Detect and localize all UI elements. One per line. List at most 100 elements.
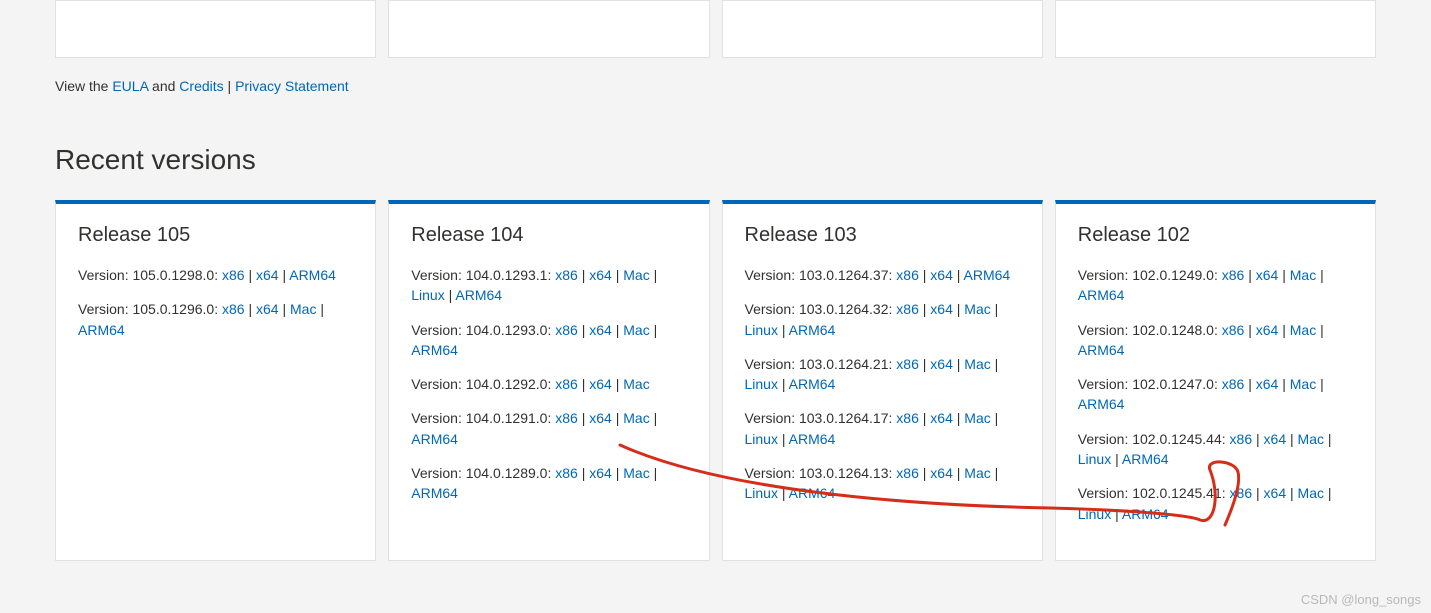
download-link-x86[interactable]: x86 <box>1230 485 1253 501</box>
version-line: Version: 104.0.1292.0: x86 | x64 | Mac <box>411 374 686 394</box>
download-link-mac[interactable]: Mac <box>623 465 649 481</box>
download-link-arm64[interactable]: ARM64 <box>789 431 836 447</box>
download-link-x64[interactable]: x64 <box>1256 322 1279 338</box>
download-link-x86[interactable]: x86 <box>555 465 578 481</box>
download-link-mac[interactable]: Mac <box>623 376 649 392</box>
download-link-mac[interactable]: Mac <box>1298 431 1324 447</box>
download-link-x86[interactable]: x86 <box>896 356 919 372</box>
version-label: Version: 102.0.1249.0: <box>1078 267 1222 283</box>
download-link-x86[interactable]: x86 <box>555 376 578 392</box>
download-link-x86[interactable]: x86 <box>896 465 919 481</box>
download-link-linux[interactable]: Linux <box>411 287 444 303</box>
download-link-x86[interactable]: x86 <box>896 267 919 283</box>
download-link-x86[interactable]: x86 <box>555 267 578 283</box>
download-link-linux[interactable]: Linux <box>745 485 778 501</box>
download-link-mac[interactable]: Mac <box>623 410 649 426</box>
download-link-x86[interactable]: x86 <box>1230 431 1253 447</box>
download-link-linux[interactable]: Linux <box>1078 451 1111 467</box>
download-link-linux[interactable]: Linux <box>745 431 778 447</box>
download-link-arm64[interactable]: ARM64 <box>1078 396 1125 412</box>
download-link-arm64[interactable]: ARM64 <box>1078 342 1125 358</box>
download-link-linux[interactable]: Linux <box>745 376 778 392</box>
download-link-arm64[interactable]: ARM64 <box>1122 506 1169 522</box>
download-link-x64[interactable]: x64 <box>589 267 612 283</box>
download-link-x64[interactable]: x64 <box>256 267 279 283</box>
download-link-x86[interactable]: x86 <box>1222 322 1245 338</box>
version-label: Version: 104.0.1289.0: <box>411 465 555 481</box>
download-link-x86[interactable]: x86 <box>555 322 578 338</box>
top-placeholder-row <box>55 0 1376 58</box>
version-label: Version: 103.0.1264.37: <box>745 267 897 283</box>
download-link-x64[interactable]: x64 <box>930 267 953 283</box>
download-link-x64[interactable]: x64 <box>589 465 612 481</box>
download-link-x64[interactable]: x64 <box>256 301 279 317</box>
download-link-mac[interactable]: Mac <box>964 465 990 481</box>
download-link-arm64[interactable]: ARM64 <box>411 342 458 358</box>
download-link-arm64[interactable]: ARM64 <box>1122 451 1169 467</box>
download-link-arm64[interactable]: ARM64 <box>455 287 502 303</box>
download-link-mac[interactable]: Mac <box>964 410 990 426</box>
download-link-mac[interactable]: Mac <box>290 301 316 317</box>
version-line: Version: 105.0.1298.0: x86 | x64 | ARM64 <box>78 265 353 285</box>
download-link-x86[interactable]: x86 <box>896 301 919 317</box>
download-link-x86[interactable]: x86 <box>555 410 578 426</box>
download-link-arm64[interactable]: ARM64 <box>789 376 836 392</box>
download-link-arm64[interactable]: ARM64 <box>411 431 458 447</box>
version-line: Version: 105.0.1296.0: x86 | x64 | Mac |… <box>78 299 353 340</box>
version-line: Version: 104.0.1291.0: x86 | x64 | Mac |… <box>411 408 686 449</box>
version-label: Version: 103.0.1264.21: <box>745 356 897 372</box>
section-title: Recent versions <box>55 144 1376 176</box>
download-link-x64[interactable]: x64 <box>930 410 953 426</box>
version-label: Version: 104.0.1293.0: <box>411 322 555 338</box>
download-link-x86[interactable]: x86 <box>1222 376 1245 392</box>
download-link-x64[interactable]: x64 <box>1264 431 1287 447</box>
download-link-x86[interactable]: x86 <box>1222 267 1245 283</box>
download-link-arm64[interactable]: ARM64 <box>789 322 836 338</box>
release-title: Release 105 <box>78 224 353 247</box>
download-link-arm64[interactable]: ARM64 <box>964 267 1011 283</box>
download-link-arm64[interactable]: ARM64 <box>789 485 836 501</box>
release-title: Release 103 <box>745 224 1020 247</box>
download-link-mac[interactable]: Mac <box>623 267 649 283</box>
version-label: Version: 104.0.1291.0: <box>411 410 555 426</box>
download-link-mac[interactable]: Mac <box>1290 322 1316 338</box>
download-link-mac[interactable]: Mac <box>964 301 990 317</box>
download-link-mac[interactable]: Mac <box>1290 267 1316 283</box>
download-link-x64[interactable]: x64 <box>930 301 953 317</box>
download-link-x64[interactable]: x64 <box>1256 267 1279 283</box>
download-link-linux[interactable]: Linux <box>1078 506 1111 522</box>
download-link-x64[interactable]: x64 <box>1256 376 1279 392</box>
download-link-arm64[interactable]: ARM64 <box>1078 287 1125 303</box>
eula-link[interactable]: EULA <box>112 78 148 94</box>
version-line: Version: 102.0.1245.41: x86 | x64 | Mac … <box>1078 483 1353 524</box>
version-label: Version: 103.0.1264.17: <box>745 410 897 426</box>
version-label: Version: 105.0.1296.0: <box>78 301 222 317</box>
credits-link[interactable]: Credits <box>179 78 223 94</box>
version-label: Version: 102.0.1247.0: <box>1078 376 1222 392</box>
version-line: Version: 104.0.1289.0: x86 | x64 | Mac |… <box>411 463 686 504</box>
release-card: Release 104Version: 104.0.1293.1: x86 | … <box>388 200 709 561</box>
download-link-x86[interactable]: x86 <box>222 267 245 283</box>
download-link-x64[interactable]: x64 <box>589 410 612 426</box>
download-link-arm64[interactable]: ARM64 <box>78 322 125 338</box>
version-line: Version: 104.0.1293.0: x86 | x64 | Mac |… <box>411 320 686 361</box>
version-label: Version: 103.0.1264.32: <box>745 301 897 317</box>
version-line: Version: 103.0.1264.17: x86 | x64 | Mac … <box>745 408 1020 449</box>
download-link-x86[interactable]: x86 <box>896 410 919 426</box>
download-link-mac[interactable]: Mac <box>623 322 649 338</box>
download-link-arm64[interactable]: ARM64 <box>289 267 336 283</box>
legal-line: View the EULA and Credits | Privacy Stat… <box>55 78 1376 94</box>
download-link-mac[interactable]: Mac <box>1298 485 1324 501</box>
download-link-x86[interactable]: x86 <box>222 301 245 317</box>
download-link-mac[interactable]: Mac <box>964 356 990 372</box>
download-link-x64[interactable]: x64 <box>1264 485 1287 501</box>
download-link-x64[interactable]: x64 <box>589 376 612 392</box>
download-link-mac[interactable]: Mac <box>1290 376 1316 392</box>
download-link-x64[interactable]: x64 <box>930 356 953 372</box>
download-link-linux[interactable]: Linux <box>745 322 778 338</box>
download-link-x64[interactable]: x64 <box>589 322 612 338</box>
download-link-x64[interactable]: x64 <box>930 465 953 481</box>
download-link-arm64[interactable]: ARM64 <box>411 485 458 501</box>
placeholder-card <box>388 0 709 58</box>
privacy-link[interactable]: Privacy Statement <box>235 78 349 94</box>
